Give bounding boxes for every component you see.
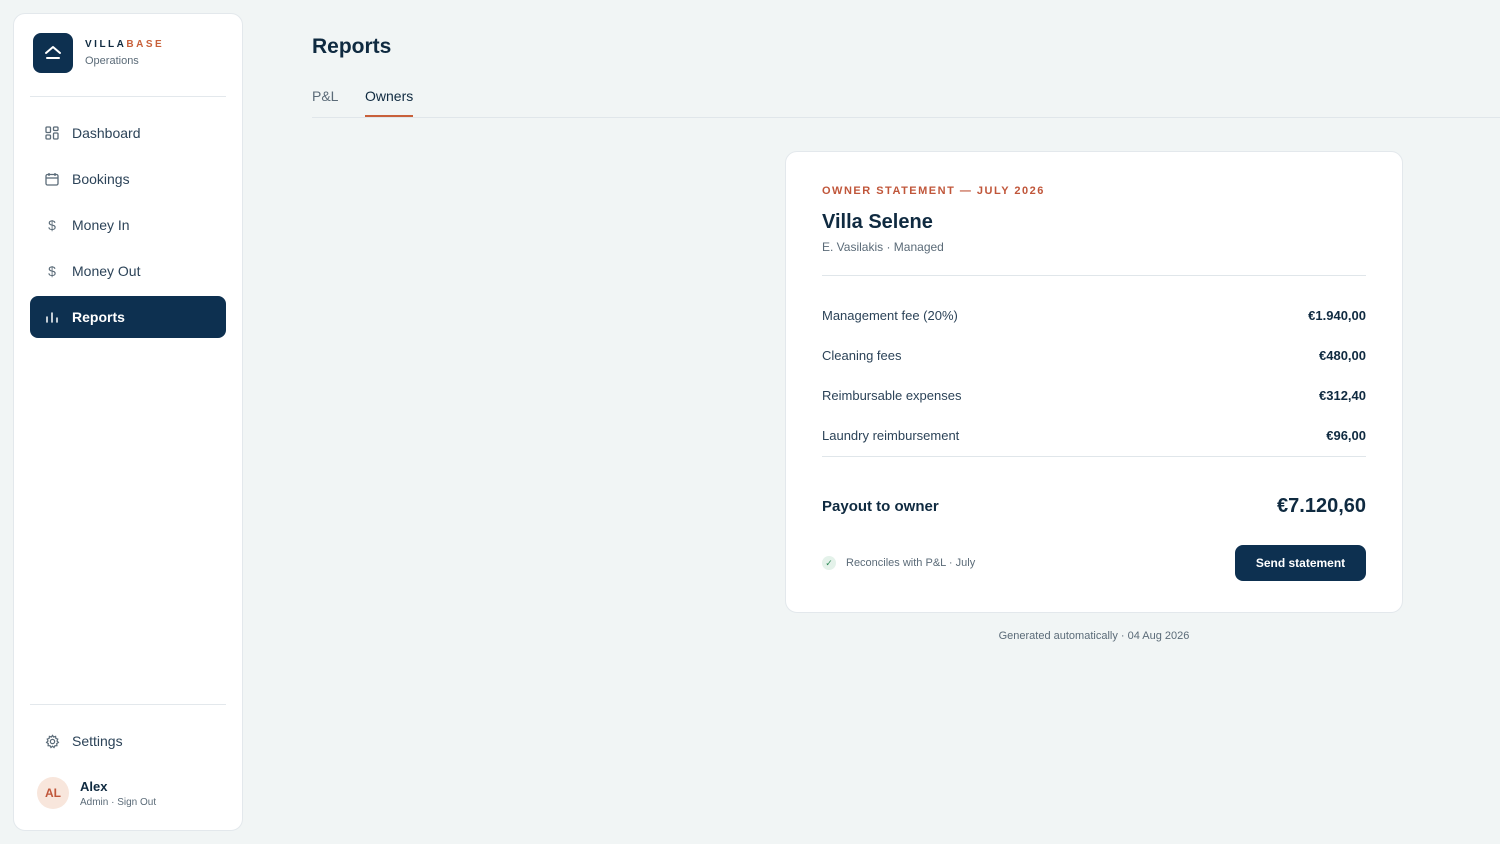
check-icon: ✓: [822, 556, 836, 570]
sidebar-item-settings[interactable]: Settings: [30, 720, 226, 762]
brand[interactable]: VILLABASE Operations: [33, 33, 164, 73]
line-amount: €1.940,00: [1308, 307, 1366, 323]
sidebar-item-label: Money Out: [72, 263, 141, 279]
statement-line: Cleaning fees €480,00: [822, 345, 1366, 365]
dollar-icon: $: [48, 217, 56, 233]
reconcile-text: Reconciles with P&L · July: [846, 557, 976, 569]
payout-row: Payout to owner €7.120,60: [822, 495, 1366, 518]
brand-name: VILLABASE: [85, 39, 165, 50]
statement-line: Management fee (20%) €1.940,00: [822, 305, 1366, 325]
line-label: Laundry reimbursement: [822, 427, 960, 443]
owner-meta: E. Vasilakis · Managed: [822, 240, 944, 254]
statement-divider: [822, 275, 1366, 276]
grid-icon: [44, 125, 60, 141]
line-amount: €480,00: [1319, 347, 1366, 363]
tab-bar: P&L Owners: [312, 86, 1500, 118]
send-statement-button[interactable]: Send statement: [1235, 545, 1366, 581]
settings-label: Settings: [72, 733, 123, 749]
line-amount: €96,00: [1326, 427, 1366, 443]
line-label: Reimbursable expenses: [822, 387, 962, 403]
owner-statement-card: OWNER STATEMENT — JULY 2026 Villa Selene…: [785, 151, 1403, 613]
gear-icon: [44, 733, 60, 749]
sidebar-item-bookings[interactable]: Bookings: [30, 158, 226, 200]
sidebar-item-label: Money In: [72, 217, 130, 233]
sidebar-divider: [30, 96, 226, 97]
sidebar-item-dashboard[interactable]: Dashboard: [30, 112, 226, 154]
statement-divider: [822, 456, 1366, 457]
sidebar: VILLABASE Operations Dashboard Bookings: [13, 13, 243, 831]
reconcile-status: ✓ Reconciles with P&L · July: [822, 556, 975, 570]
tab-pl[interactable]: P&L: [312, 88, 338, 116]
sidebar-item-label: Reports: [72, 309, 125, 325]
tab-owners[interactable]: Owners: [365, 88, 414, 117]
brand-subtitle: Operations: [85, 55, 139, 67]
payout-amount: €7.120,60: [1277, 495, 1366, 517]
avatar: AL: [37, 777, 69, 809]
statement-eyebrow: OWNER STATEMENT — JULY 2026: [822, 185, 1045, 197]
generated-footnote: Generated automatically · 04 Aug 2026: [998, 630, 1190, 642]
line-label: Cleaning fees: [822, 347, 902, 363]
statement-line: Reimbursable expenses €312,40: [822, 385, 1366, 405]
house-roof-icon: [33, 33, 73, 73]
user-meta[interactable]: Admin · Sign Out: [80, 797, 156, 808]
sidebar-divider: [30, 704, 226, 705]
sidebar-item-reports[interactable]: Reports: [30, 296, 226, 338]
calendar-icon: [44, 171, 60, 187]
sidebar-item-money-out[interactable]: $ Money Out: [30, 250, 226, 292]
user-name: Alex: [80, 778, 108, 794]
sidebar-nav: Dashboard Bookings $ Money In $ Money Ou…: [30, 112, 226, 342]
user-profile[interactable]: AL Alex Admin · Sign Out: [37, 777, 156, 809]
line-amount: €312,40: [1319, 387, 1366, 403]
sidebar-item-money-in[interactable]: $ Money In: [30, 204, 226, 246]
sidebar-item-label: Bookings: [72, 171, 130, 187]
sidebar-item-label: Dashboard: [72, 125, 141, 141]
villa-name: Villa Selene: [822, 211, 933, 233]
bar-chart-icon: [44, 309, 60, 325]
dollar-icon: $: [48, 263, 56, 279]
page-title: Reports: [312, 35, 392, 58]
statement-line: Laundry reimbursement €96,00: [822, 425, 1366, 445]
payout-label: Payout to owner: [822, 498, 939, 515]
line-label: Management fee (20%): [822, 307, 958, 323]
